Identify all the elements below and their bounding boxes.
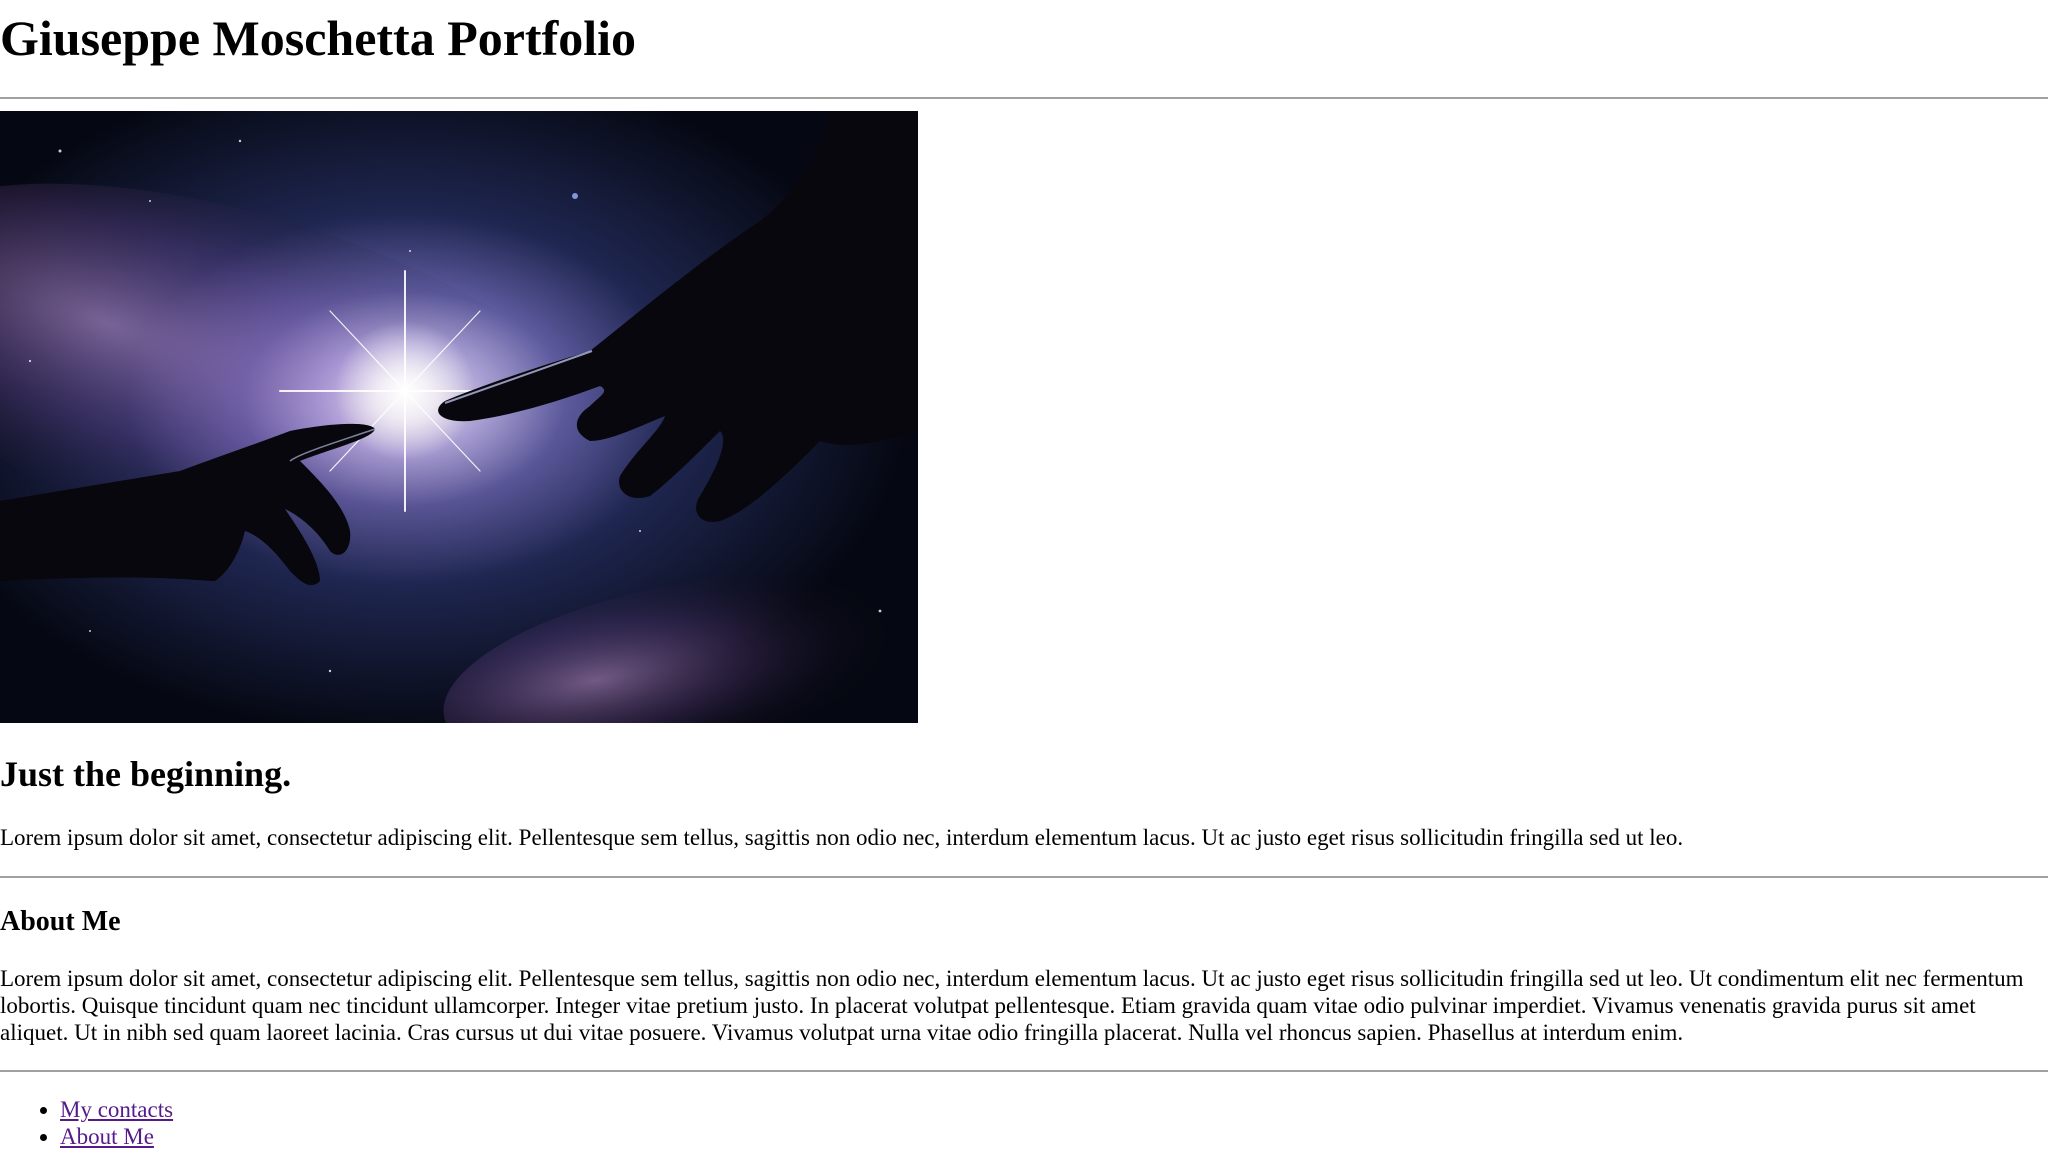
nav-link-list: My contacts About Me <box>0 1096 173 1150</box>
about-me-link[interactable]: About Me <box>60 1124 154 1149</box>
about-paragraph: Lorem ipsum dolor sit amet, consectetur … <box>0 966 2024 1045</box>
list-item: My contacts <box>60 1096 173 1123</box>
intro-paragraph: Lorem ipsum dolor sit amet, consectetur … <box>0 825 1684 850</box>
hands-galaxy-icon <box>0 111 918 723</box>
page-title: Giuseppe Moschetta Portfolio <box>0 10 637 66</box>
header-divider <box>0 97 2048 99</box>
my-contacts-link[interactable]: My contacts <box>60 1097 173 1122</box>
section-divider <box>0 876 2048 878</box>
intro-heading: Just the beginning. <box>0 754 292 794</box>
footer-divider <box>0 1070 2048 1072</box>
page: Giuseppe Moschetta Portfolio Just the be… <box>0 0 2048 1169</box>
about-heading: About Me <box>0 906 121 937</box>
hero-image <box>0 111 918 723</box>
list-item: About Me <box>60 1123 173 1150</box>
